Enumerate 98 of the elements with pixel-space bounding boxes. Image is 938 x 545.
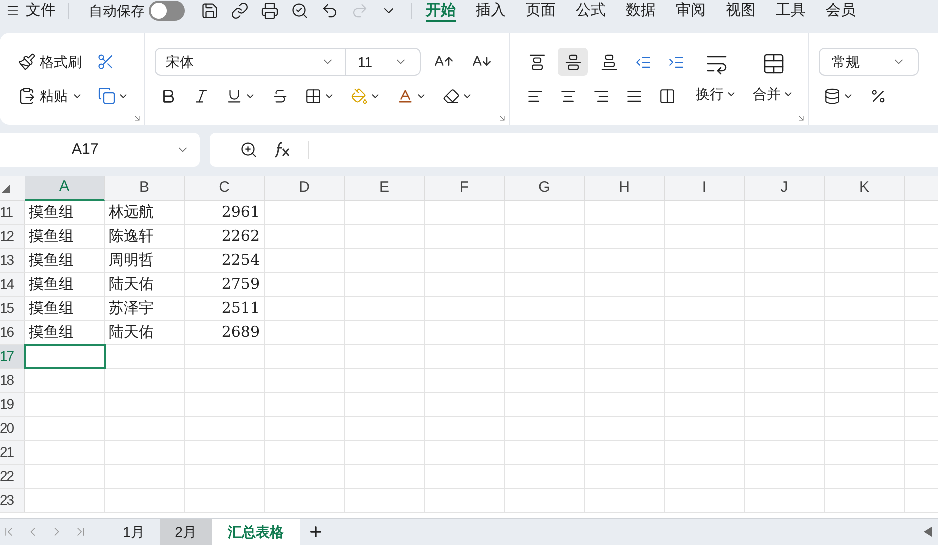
- column-header[interactable]: F: [425, 176, 505, 201]
- formula-input[interactable]: [210, 133, 938, 167]
- format-painter-button[interactable]: 格式刷: [16, 48, 84, 76]
- vertical-align-icon: [528, 54, 546, 70]
- wrap-text-button[interactable]: 换行: [696, 82, 737, 106]
- clipboard-icon: [18, 87, 36, 105]
- percent-icon: [870, 88, 887, 104]
- column-header[interactable]: G: [505, 176, 585, 201]
- zoom-icon: [240, 141, 258, 159]
- italic-icon: [193, 88, 210, 104]
- table-cell: 摸鱼组: [25, 273, 105, 296]
- ribbon-tab[interactable]: 工具: [776, 0, 806, 22]
- column-header[interactable]: H: [585, 176, 665, 201]
- column-header[interactable]: D: [265, 176, 345, 201]
- underline-icon: [226, 88, 243, 104]
- number-format-select[interactable]: 常规: [819, 48, 919, 76]
- autosave-toggle[interactable]: [149, 1, 185, 21]
- table-cell: 摸鱼组: [25, 249, 105, 272]
- table-cell: 2511: [185, 297, 265, 320]
- table-cell: 陆天佑: [105, 321, 185, 344]
- row-header[interactable]: 11: [0, 201, 25, 224]
- paste-button[interactable]: 粘贴: [16, 82, 85, 110]
- dialog-launcher-icon[interactable]: [133, 114, 142, 123]
- save-icon: [201, 2, 219, 20]
- row-header[interactable]: 17: [0, 345, 25, 368]
- table-cell: 陈逸轩: [105, 225, 185, 248]
- sheet-tab[interactable]: 2月: [160, 518, 212, 545]
- table-cell: 2759: [185, 273, 265, 296]
- row-header[interactable]: 20: [0, 417, 25, 440]
- print-preview-icon: [291, 2, 309, 20]
- add-sheet-icon[interactable]: [308, 524, 324, 540]
- table-cell: 2689: [185, 321, 265, 344]
- borders-icon: [305, 88, 322, 104]
- row-header[interactable]: 14: [0, 273, 25, 296]
- column-header[interactable]: I: [665, 176, 745, 201]
- row-header[interactable]: 19: [0, 393, 25, 416]
- column-header[interactable]: K: [825, 176, 905, 201]
- table-cell: 陆天佑: [105, 273, 185, 296]
- copy-icon: [98, 87, 116, 105]
- ribbon-tab[interactable]: 公式: [576, 0, 606, 22]
- column-header[interactable]: J: [745, 176, 825, 201]
- dialog-launcher-icon[interactable]: [498, 114, 507, 123]
- table-cell: 摸鱼组: [25, 321, 105, 344]
- scissors-icon: [97, 53, 115, 71]
- ribbon-tab[interactable]: 数据: [626, 0, 656, 22]
- column-header[interactable]: E: [345, 176, 425, 201]
- printer-icon: [261, 2, 279, 20]
- row-header[interactable]: 18: [0, 369, 25, 392]
- table-cell: 摸鱼组: [25, 297, 105, 320]
- menu-icon: [6, 4, 20, 18]
- select-all-icon[interactable]: [2, 184, 10, 192]
- eraser-icon: [443, 88, 460, 104]
- dialog-launcher-icon[interactable]: [797, 114, 806, 123]
- row-header[interactable]: 16: [0, 321, 25, 344]
- vertical-align-button[interactable]: [558, 48, 588, 76]
- row-header[interactable]: 15: [0, 297, 25, 320]
- table-cell: 苏泽宇: [105, 297, 185, 320]
- table-cell: 2262: [185, 225, 265, 248]
- vertical-align-icon: [564, 54, 582, 70]
- row-header[interactable]: 23: [0, 489, 25, 512]
- table-cell: 摸鱼组: [25, 201, 105, 224]
- link-icon: [231, 2, 249, 20]
- ribbon-tab[interactable]: 页面: [526, 0, 556, 22]
- function-icon: [274, 142, 292, 158]
- column-header[interactable]: B: [105, 176, 185, 201]
- table-cell: 周明哲: [105, 249, 185, 272]
- ribbon-tab[interactable]: 会员: [826, 0, 856, 22]
- ribbon-tab[interactable]: 开始: [426, 0, 456, 22]
- redo-icon: [351, 2, 369, 20]
- ribbon-tab[interactable]: 审阅: [676, 0, 706, 22]
- table-cell: 林远航: [105, 201, 185, 224]
- column-header[interactable]: C: [185, 176, 265, 201]
- font-color-icon: [397, 88, 414, 104]
- column-header[interactable]: A: [25, 176, 105, 201]
- scroll-left-icon[interactable]: [924, 527, 932, 537]
- undo-icon: [321, 2, 339, 20]
- merge-cells-icon: [762, 52, 786, 76]
- name-box[interactable]: A17: [0, 133, 200, 167]
- vertical-align-icon: [600, 54, 618, 70]
- ribbon-tab[interactable]: 视图: [726, 0, 756, 22]
- sheet-tab[interactable]: 1月: [108, 518, 160, 545]
- row-header[interactable]: 21: [0, 441, 25, 464]
- row-header[interactable]: 22: [0, 465, 25, 488]
- autosave-label: 自动保存: [89, 2, 145, 20]
- paintbrush-icon: [18, 53, 36, 71]
- row-header[interactable]: 13: [0, 249, 25, 272]
- row-header[interactable]: 12: [0, 225, 25, 248]
- ribbon-tab[interactable]: 插入: [476, 0, 506, 22]
- strikethrough-icon: [272, 88, 289, 104]
- merge-button[interactable]: 合并: [753, 82, 794, 106]
- menu-button[interactable]: 文件: [0, 0, 68, 22]
- sheet-tab[interactable]: 汇总表格: [212, 518, 300, 545]
- table-cell: 2254: [185, 249, 265, 272]
- distribute-icon: [659, 88, 676, 104]
- database-icon: [824, 88, 841, 104]
- table-cell: 摸鱼组: [25, 225, 105, 248]
- table-cell: 2961: [185, 201, 265, 224]
- fill-color-icon: [351, 88, 368, 104]
